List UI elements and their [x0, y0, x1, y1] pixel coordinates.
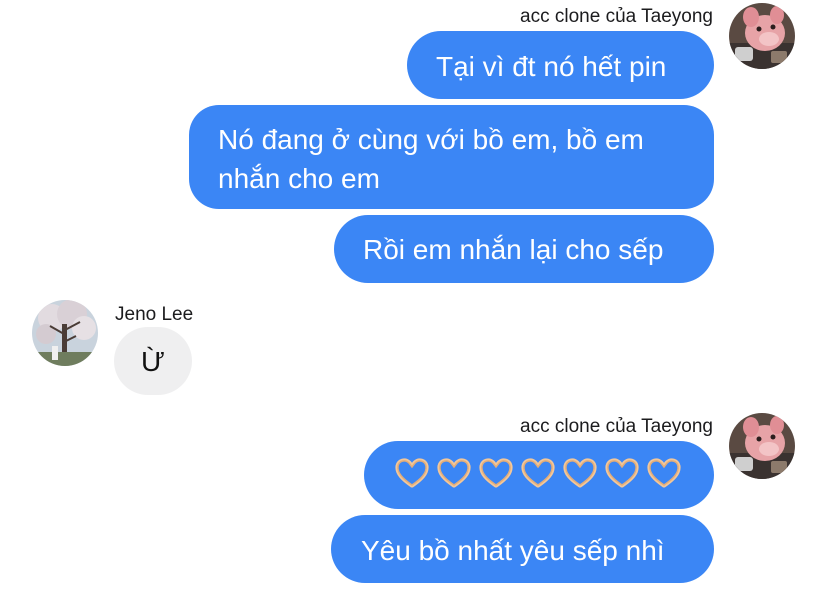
heart-hands-icon [647, 458, 681, 498]
heart-hands-icon [437, 458, 471, 498]
message-bubble-outgoing[interactable]: Yêu bồ nhất yêu sếp nhì [331, 515, 714, 583]
heart-hands-icon [395, 458, 429, 498]
pink-plush-toy-icon [729, 3, 795, 69]
avatar[interactable] [729, 3, 795, 69]
message-bubble-incoming[interactable]: Ừ [114, 327, 192, 395]
sender-name-taeyong-clone: acc clone của Taeyong [520, 6, 713, 27]
sender-name-jeno-lee: Jeno Lee [115, 304, 194, 325]
heart-hands-icon [521, 458, 555, 498]
avatar[interactable] [729, 413, 795, 479]
avatar[interactable] [32, 300, 98, 366]
message-bubble-outgoing[interactable]: Nó đang ở cùng với bồ em, bồ em nhắn cho… [189, 105, 714, 209]
heart-hands-icon [479, 458, 513, 498]
cherry-blossom-tree-icon [32, 300, 98, 366]
sender-name-taeyong-clone: acc clone của Taeyong [520, 416, 713, 437]
message-text: Yêu bồ nhất yêu sếp nhì [361, 535, 665, 566]
message-text-line: nhắn cho em [218, 163, 380, 194]
pink-plush-toy-icon [729, 413, 795, 479]
message-bubble-outgoing[interactable]: Rồi em nhắn lại cho sếp [334, 215, 714, 283]
message-text-line: Nó đang ở cùng với bồ em, bồ em [218, 124, 644, 155]
heart-hands-icon [605, 458, 639, 498]
message-text: Rồi em nhắn lại cho sếp [363, 234, 664, 265]
message-bubble-outgoing[interactable] [364, 441, 714, 509]
message-bubble-outgoing[interactable]: Tại vì đt nó hết pin [407, 31, 714, 99]
heart-hands-icon [563, 458, 597, 498]
message-text: Ừ [141, 346, 165, 377]
message-text: Tại vì đt nó hết pin [436, 51, 667, 82]
